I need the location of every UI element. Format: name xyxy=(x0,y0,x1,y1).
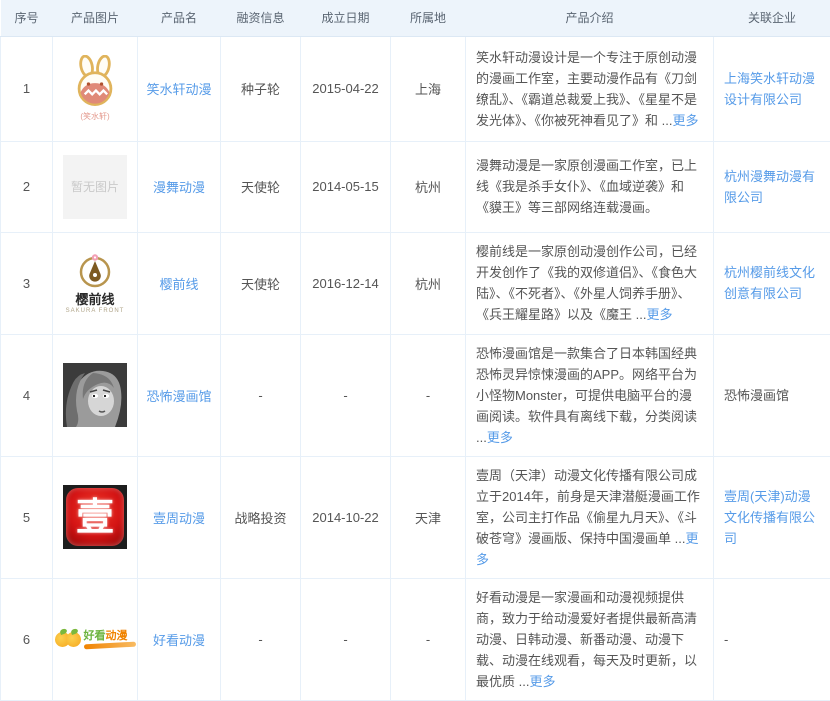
location-cell: - xyxy=(391,334,466,456)
table-row: 2 暂无图片 漫舞动漫 天使轮 2014-05-15 杭州 漫舞动漫是一家原创漫… xyxy=(1,141,830,232)
product-name-link[interactable]: 笑水轩动漫 xyxy=(146,82,211,97)
column-header-founded: 成立日期 xyxy=(301,0,391,36)
company-text: - xyxy=(724,632,728,647)
product-intro: 壹周（天津）动漫文化传播有限公司成立于2014年，前身是天津潜艇漫画工作室，公司… xyxy=(476,468,700,546)
funding-cell: 天使轮 xyxy=(221,141,301,232)
column-header-intro: 产品介绍 xyxy=(466,0,714,36)
column-header-name: 产品名 xyxy=(138,0,221,36)
company-link[interactable]: 上海笑水轩动漫设计有限公司 xyxy=(724,71,815,107)
location-cell: - xyxy=(391,578,466,700)
founded-cell: - xyxy=(301,334,391,456)
sakura-logo-title: 樱前线 xyxy=(75,293,114,307)
row-index: 2 xyxy=(1,141,53,232)
founded-cell: - xyxy=(301,578,391,700)
product-intro: 笑水轩动漫设计是一个专注于原创动漫的漫画工作室，主要动漫作品有《刀剑缭乱》、《霸… xyxy=(476,50,697,128)
founded-cell: 2015-04-22 xyxy=(301,36,391,141)
location-cell: 杭州 xyxy=(391,232,466,334)
row-index: 1 xyxy=(1,36,53,141)
row-index: 5 xyxy=(1,456,53,578)
product-name-link[interactable]: 樱前线 xyxy=(159,277,198,292)
founded-cell: 2016-12-14 xyxy=(301,232,391,334)
product-intro: 好看动漫是一家漫画和动漫视频提供商，致力于给动漫爱好者提供最新高清动漫、日韩动漫… xyxy=(476,590,697,689)
company-text: 恐怖漫画馆 xyxy=(724,388,789,403)
products-table: 序号 产品图片 产品名 融资信息 成立日期 所属地 产品介绍 关联企业 1 xyxy=(0,0,830,701)
location-cell: 杭州 xyxy=(391,141,466,232)
haokan-logo-swoosh xyxy=(83,642,135,650)
company-link[interactable]: 杭州漫舞动漫有限公司 xyxy=(724,169,815,205)
yizhou-logo-icon: 壹 xyxy=(63,485,127,549)
product-name-link[interactable]: 壹周动漫 xyxy=(153,511,205,526)
company-link[interactable]: 杭州樱前线文化创意有限公司 xyxy=(724,265,815,301)
haokan-logo-icon: 好看动漫 xyxy=(55,630,136,648)
rabbit-logo-caption: (笑水轩) xyxy=(80,111,109,122)
founded-cell: 2014-05-15 xyxy=(301,141,391,232)
funding-cell: 种子轮 xyxy=(221,36,301,141)
horror-face-logo-icon xyxy=(63,363,127,427)
product-name-link[interactable]: 恐怖漫画馆 xyxy=(146,389,211,404)
sakura-logo-subtitle: SAKURA FRONT xyxy=(66,307,125,315)
no-image-placeholder: 暂无图片 xyxy=(63,155,127,219)
funding-cell: - xyxy=(221,334,301,456)
product-image-manwu[interactable]: 暂无图片 xyxy=(61,155,129,219)
product-name-link[interactable]: 好看动漫 xyxy=(153,633,205,648)
table-header: 序号 产品图片 产品名 融资信息 成立日期 所属地 产品介绍 关联企业 xyxy=(1,0,830,36)
column-header-index: 序号 xyxy=(1,0,53,36)
more-link[interactable]: 更多 xyxy=(672,113,698,128)
product-image-xiaoshuixuan[interactable]: (笑水轩) xyxy=(61,55,129,122)
founded-cell: 2014-10-22 xyxy=(301,456,391,578)
header-row: 序号 产品图片 产品名 融资信息 成立日期 所属地 产品介绍 关联企业 xyxy=(1,0,830,36)
column-header-location: 所属地 xyxy=(391,0,466,36)
product-image-haokan[interactable]: 好看动漫 xyxy=(61,630,129,648)
funding-cell: - xyxy=(221,578,301,700)
more-link[interactable]: 更多 xyxy=(529,674,555,689)
funding-cell: 战略投资 xyxy=(221,456,301,578)
column-header-company: 关联企业 xyxy=(714,0,830,36)
table-row: 5 壹 壹周动漫 战略投资 2014-10-22 天津 壹周（天津）动漫文化传播… xyxy=(1,456,830,578)
table-row: 1 (笑水轩) xyxy=(1,36,830,141)
haokan-logo-text-1: 好看 xyxy=(84,630,106,642)
row-index: 3 xyxy=(1,232,53,334)
row-index: 4 xyxy=(1,334,53,456)
more-link[interactable]: 更多 xyxy=(646,307,672,322)
product-name-link[interactable]: 漫舞动漫 xyxy=(153,180,205,195)
column-header-image: 产品图片 xyxy=(53,0,138,36)
location-cell: 天津 xyxy=(391,456,466,578)
more-link[interactable]: 更多 xyxy=(487,430,513,445)
column-header-funding: 融资信息 xyxy=(221,0,301,36)
funding-cell: 天使轮 xyxy=(221,232,301,334)
table-row: 3 樱前线 SAKURA FRONT 樱前线 天使轮 2016-12-14 xyxy=(1,232,830,334)
yizhou-logo-character: 壹 xyxy=(76,498,114,536)
product-image-yingqianxian[interactable]: 樱前线 SAKURA FRONT xyxy=(61,251,129,315)
rabbit-logo-icon xyxy=(66,55,124,113)
company-link[interactable]: 壹周(天津)动漫文化传播有限公司 xyxy=(724,489,815,546)
haokan-logo-text-2: 动漫 xyxy=(106,630,128,642)
product-image-yizhou[interactable]: 壹 xyxy=(61,485,129,549)
product-image-kongbu[interactable] xyxy=(61,363,129,427)
row-index: 6 xyxy=(1,578,53,700)
table-row: 6 好看动漫 好看动漫 - - - xyxy=(1,578,830,700)
sakura-front-logo-icon xyxy=(75,251,115,291)
product-intro: 漫舞动漫是一家原创漫画工作室，已上线《我是杀手女仆》、《血域逆袭》和《貘王》等三… xyxy=(476,158,697,215)
table-row: 4 xyxy=(1,334,830,456)
location-cell: 上海 xyxy=(391,36,466,141)
